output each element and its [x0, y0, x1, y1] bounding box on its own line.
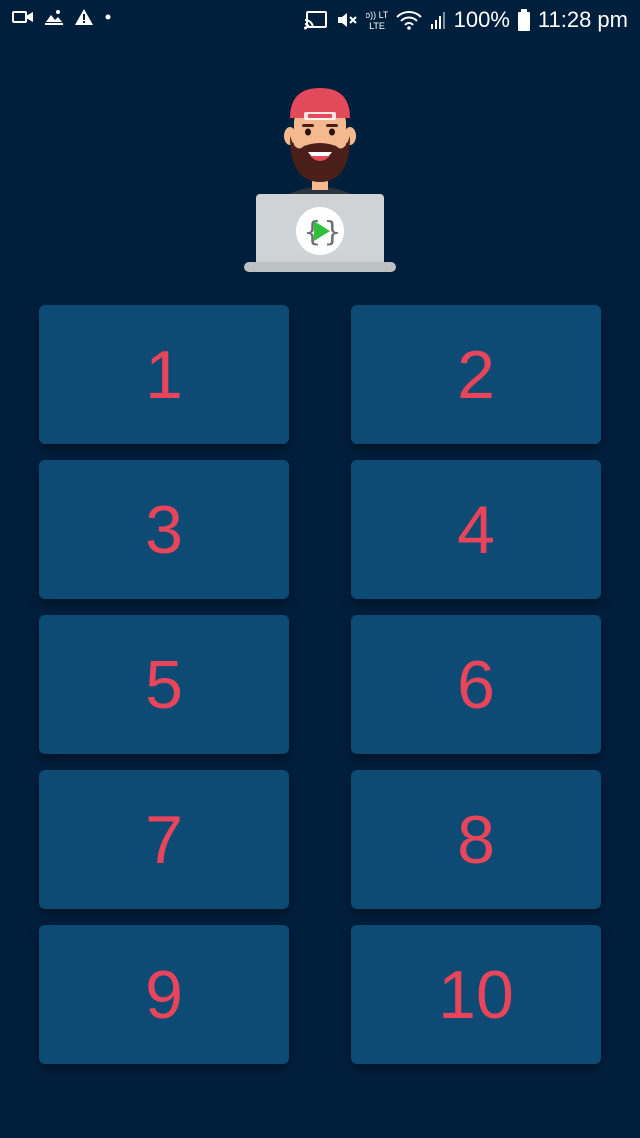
volte-icon: Vo)) LTELTE [366, 9, 388, 31]
avatar-right-eye [329, 128, 335, 136]
status-left-icons [12, 8, 112, 26]
svg-text:LTE: LTE [369, 21, 385, 31]
battery-percent: 100% [453, 7, 510, 32]
tile-label: 5 [145, 646, 183, 723]
tile-4[interactable]: 4 [351, 460, 601, 599]
tile-10[interactable]: 10 [351, 925, 601, 1064]
photo-gallery-icon [44, 8, 64, 26]
status-bar: Vo)) LTELTE 100% 11:28 pm [0, 0, 640, 40]
video-camera-icon [12, 9, 34, 25]
volte-label: Vo)) LTE [366, 10, 388, 20]
tile-5[interactable]: 5 [39, 615, 289, 754]
tile-7[interactable]: 7 [39, 770, 289, 909]
warning-icon [74, 8, 94, 26]
tile-1[interactable]: 1 [39, 305, 289, 444]
avatar-left-eye [305, 128, 311, 136]
tile-9[interactable]: 9 [39, 925, 289, 1064]
tile-2[interactable]: 2 [351, 305, 601, 444]
signal-icon [430, 10, 446, 30]
tile-label: 9 [145, 956, 183, 1033]
wifi-icon [395, 10, 422, 30]
cast-icon [303, 10, 328, 30]
mute-icon [336, 10, 358, 30]
tile-label: 4 [457, 491, 495, 568]
developer-avatar-illustration: { } [244, 84, 396, 276]
status-right-icons: Vo)) LTELTE 100% 11:28 pm [303, 6, 628, 34]
laptop-base [244, 262, 396, 272]
tile-label: 3 [145, 491, 183, 568]
tile-3[interactable]: 3 [39, 460, 289, 599]
tile-8[interactable]: 8 [351, 770, 601, 909]
tile-label: 6 [457, 646, 495, 723]
tile-label: 8 [457, 801, 495, 878]
tile-label: 1 [145, 336, 183, 413]
status-time: 11:28 pm [537, 7, 628, 32]
tile-label: 10 [438, 956, 514, 1033]
battery-icon [517, 9, 530, 31]
tile-6[interactable]: 6 [351, 615, 601, 754]
tile-label: 7 [145, 801, 183, 878]
tile-label: 2 [457, 336, 495, 413]
dot-icon [104, 13, 112, 21]
number-grid: 1 2 3 4 5 6 7 8 9 10 [39, 305, 601, 1064]
